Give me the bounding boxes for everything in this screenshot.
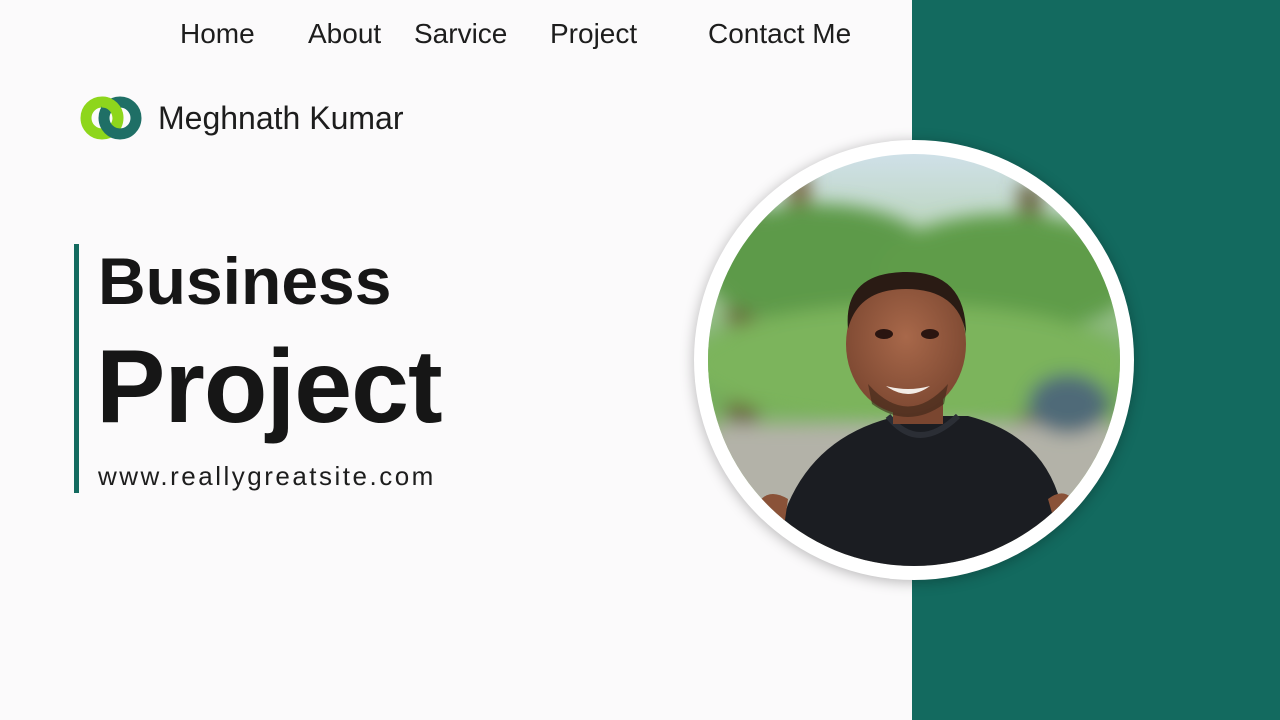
nav-item-project[interactable]: Project	[550, 18, 637, 50]
website-link[interactable]: www.reallygreatsite.com	[98, 461, 436, 492]
profile-photo-image	[708, 154, 1120, 566]
hero-title-line1: Business	[98, 244, 392, 318]
landing-page: Home About Sarvice Project Contact Me Me…	[0, 0, 1280, 720]
profile-photo	[708, 154, 1120, 566]
nav-item-contact[interactable]: Contact Me	[708, 18, 851, 50]
nav-item-service[interactable]: Sarvice	[414, 18, 507, 50]
brand-name: Meghnath Kumar	[158, 99, 404, 136]
top-navigation: Home About Sarvice Project Contact Me	[0, 0, 912, 70]
nav-item-about[interactable]: About	[308, 18, 381, 50]
linked-rings-logo-icon	[80, 96, 142, 140]
title-accent-bar	[74, 244, 79, 493]
hero-title-line2: Project	[96, 329, 443, 445]
nav-item-home[interactable]: Home	[180, 18, 255, 50]
brand[interactable]: Meghnath Kumar	[80, 93, 403, 143]
